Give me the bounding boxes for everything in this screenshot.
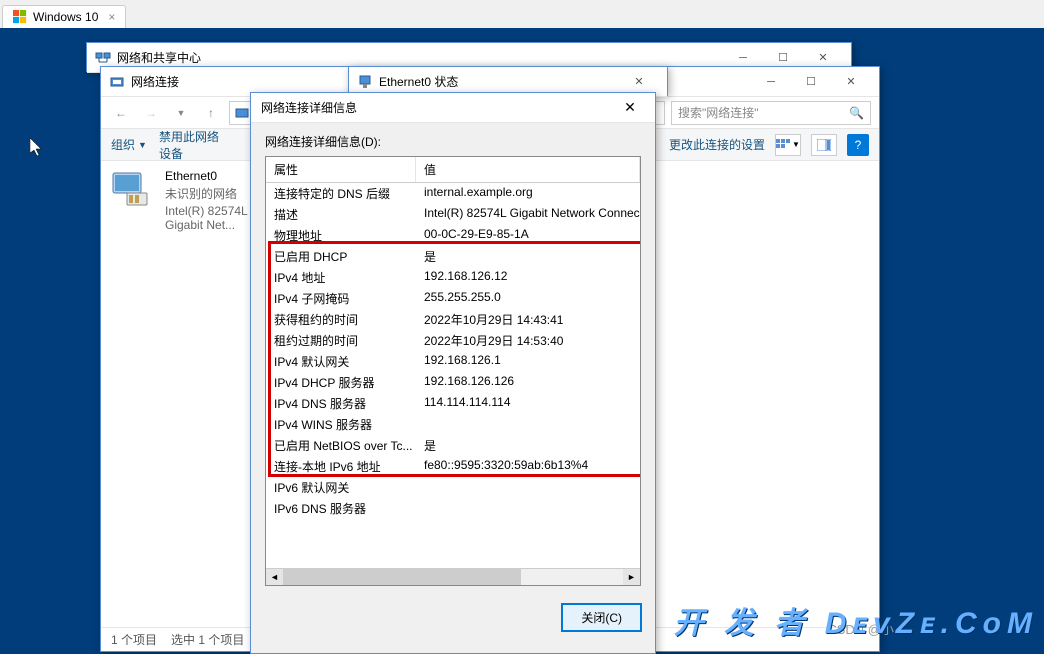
adapter-device: Intel(R) 82574L Gigabit Net... <box>165 204 255 232</box>
adapter-name: Ethernet0 <box>165 169 255 183</box>
search-icon: 🔍 <box>849 106 864 120</box>
details-close-button[interactable]: ✕ <box>615 94 645 122</box>
details-title: 网络连接详细信息 <box>261 99 615 116</box>
detail-row[interactable]: 连接特定的 DNS 后缀internal.example.org <box>266 183 640 204</box>
nc-minimize-button[interactable]: ─ <box>751 68 791 96</box>
detail-row[interactable]: IPv4 DNS 服务器114.114.114.114 <box>266 393 640 414</box>
detail-row[interactable]: IPv6 DNS 服务器 <box>266 498 640 519</box>
search-placeholder: 搜索"网络连接" <box>678 104 759 121</box>
nav-up-button[interactable]: ↑ <box>199 101 223 125</box>
detail-value <box>416 414 640 435</box>
detail-row[interactable]: IPv4 地址192.168.126.12 <box>266 267 640 288</box>
detail-prop: 描述 <box>266 204 416 225</box>
detail-value: 是 <box>416 435 640 456</box>
mouse-cursor-icon <box>30 138 46 158</box>
breadcrumb-icon <box>234 105 250 121</box>
watermark-devze: 开 发 者 DᴇvZᴇ.CᴏM <box>674 598 1038 642</box>
detail-row[interactable]: IPv4 子网掩码255.255.255.0 <box>266 288 640 309</box>
detail-prop: IPv6 DNS 服务器 <box>266 498 416 519</box>
detail-prop: IPv4 DHCP 服务器 <box>266 372 416 393</box>
detail-prop: 连接特定的 DNS 后缀 <box>266 183 416 204</box>
nc-close-button[interactable]: ✕ <box>831 68 871 96</box>
eth-title: Ethernet0 状态 <box>379 73 619 90</box>
detail-row[interactable]: 已启用 DHCP是 <box>266 246 640 267</box>
adapter-status: 未识别的网络 <box>165 185 255 202</box>
detail-prop: IPv4 WINS 服务器 <box>266 414 416 435</box>
detail-value <box>416 477 640 498</box>
detail-row[interactable]: 描述Intel(R) 82574L Gigabit Network Connec <box>266 204 640 225</box>
nsc-title: 网络和共享中心 <box>117 49 723 66</box>
nav-back-button[interactable]: ← <box>109 101 133 125</box>
detail-value: 192.168.126.126 <box>416 372 640 393</box>
windows-icon <box>13 10 27 24</box>
detail-prop: IPv4 子网掩码 <box>266 288 416 309</box>
browser-tab-bar: Windows 10 × <box>0 0 1044 28</box>
preview-pane-button[interactable] <box>811 134 837 156</box>
nav-history-button[interactable]: ▼ <box>169 101 193 125</box>
detail-prop: 租约过期的时间 <box>266 330 416 351</box>
detail-prop: 连接-本地 IPv6 地址 <box>266 456 416 477</box>
detail-value: 192.168.126.12 <box>416 267 640 288</box>
desktop: 网络和共享中心 ─ ☐ ✕ 网络连接 ─ ☐ ✕ ← → ▼ ↑ <box>0 28 1044 642</box>
search-input[interactable]: 搜索"网络连接" 🔍 <box>671 101 871 125</box>
detail-prop: IPv4 地址 <box>266 267 416 288</box>
horizontal-scrollbar[interactable]: ◄ ► <box>266 568 640 585</box>
detail-row[interactable]: IPv4 DHCP 服务器192.168.126.126 <box>266 372 640 393</box>
scroll-track[interactable] <box>283 569 623 585</box>
detail-prop: IPv6 默认网关 <box>266 477 416 498</box>
detail-value <box>416 498 640 519</box>
toolbar-change-settings[interactable]: 更改此连接的设置 <box>669 136 765 153</box>
detail-value: 192.168.126.1 <box>416 351 640 372</box>
detail-row[interactable]: IPv4 默认网关192.168.126.1 <box>266 351 640 372</box>
detail-prop: 已启用 NetBIOS over Tc... <box>266 435 416 456</box>
tab-label: Windows 10 <box>33 10 98 24</box>
ethernet-status-icon <box>357 74 373 90</box>
scroll-left-button[interactable]: ◄ <box>266 569 283 585</box>
view-options-button[interactable]: ▼ <box>775 134 801 156</box>
tab-close-icon[interactable]: × <box>108 10 115 24</box>
connection-details-dialog: 网络连接详细信息 ✕ 网络连接详细信息(D): 属性 值 连接特定的 DNS 后… <box>250 92 656 654</box>
detail-row[interactable]: IPv6 默认网关 <box>266 477 640 498</box>
status-item-count: 1 个项目 <box>111 631 157 648</box>
details-header: 属性 值 <box>266 157 640 183</box>
nav-forward-button[interactable]: → <box>139 101 163 125</box>
details-label: 网络连接详细信息(D): <box>265 133 641 150</box>
browser-tab[interactable]: Windows 10 × <box>2 5 126 28</box>
toolbar-disable[interactable]: 禁用此网络设备 <box>159 128 229 162</box>
detail-value: 00-0C-29-E9-85-1A <box>416 225 640 246</box>
detail-row[interactable]: IPv4 WINS 服务器 <box>266 414 640 435</box>
detail-row[interactable]: 已启用 NetBIOS over Tc...是 <box>266 435 640 456</box>
network-connections-icon <box>109 74 125 90</box>
ethernet-adapter-icon <box>109 169 157 209</box>
help-button[interactable]: ? <box>847 134 869 156</box>
column-value[interactable]: 值 <box>416 157 640 182</box>
detail-value: Intel(R) 82574L Gigabit Network Connec <box>416 204 640 225</box>
detail-row[interactable]: 物理地址00-0C-29-E9-85-1A <box>266 225 640 246</box>
detail-value: internal.example.org <box>416 183 640 204</box>
detail-prop: 获得租约的时间 <box>266 309 416 330</box>
column-property[interactable]: 属性 <box>266 157 416 182</box>
detail-prop: IPv4 DNS 服务器 <box>266 393 416 414</box>
network-center-icon <box>95 50 111 66</box>
toolbar-organize[interactable]: 组织▼ <box>111 136 147 153</box>
detail-row[interactable]: 获得租约的时间2022年10月29日 14:43:41 <box>266 309 640 330</box>
scroll-thumb[interactable] <box>283 569 521 585</box>
detail-prop: IPv4 默认网关 <box>266 351 416 372</box>
detail-row[interactable]: 连接-本地 IPv6 地址fe80::9595:3320:59ab:6b13%4 <box>266 456 640 477</box>
scroll-right-button[interactable]: ► <box>623 569 640 585</box>
detail-prop: 已启用 DHCP <box>266 246 416 267</box>
detail-prop: 物理地址 <box>266 225 416 246</box>
nc-maximize-button[interactable]: ☐ <box>791 68 831 96</box>
detail-value: 2022年10月29日 14:53:40 <box>416 330 640 351</box>
detail-value: 255.255.255.0 <box>416 288 640 309</box>
detail-value: 114.114.114.114 <box>416 393 640 414</box>
close-button[interactable]: 关闭(C) <box>562 604 641 631</box>
detail-value: 2022年10月29日 14:43:41 <box>416 309 640 330</box>
detail-row[interactable]: 租约过期的时间2022年10月29日 14:53:40 <box>266 330 640 351</box>
details-titlebar[interactable]: 网络连接详细信息 ✕ <box>251 93 655 123</box>
status-selected-count: 选中 1 个项目 <box>171 631 244 648</box>
details-listview[interactable]: 属性 值 连接特定的 DNS 后缀internal.example.org描述I… <box>265 156 641 586</box>
detail-value: 是 <box>416 246 640 267</box>
detail-value: fe80::9595:3320:59ab:6b13%4 <box>416 456 640 477</box>
